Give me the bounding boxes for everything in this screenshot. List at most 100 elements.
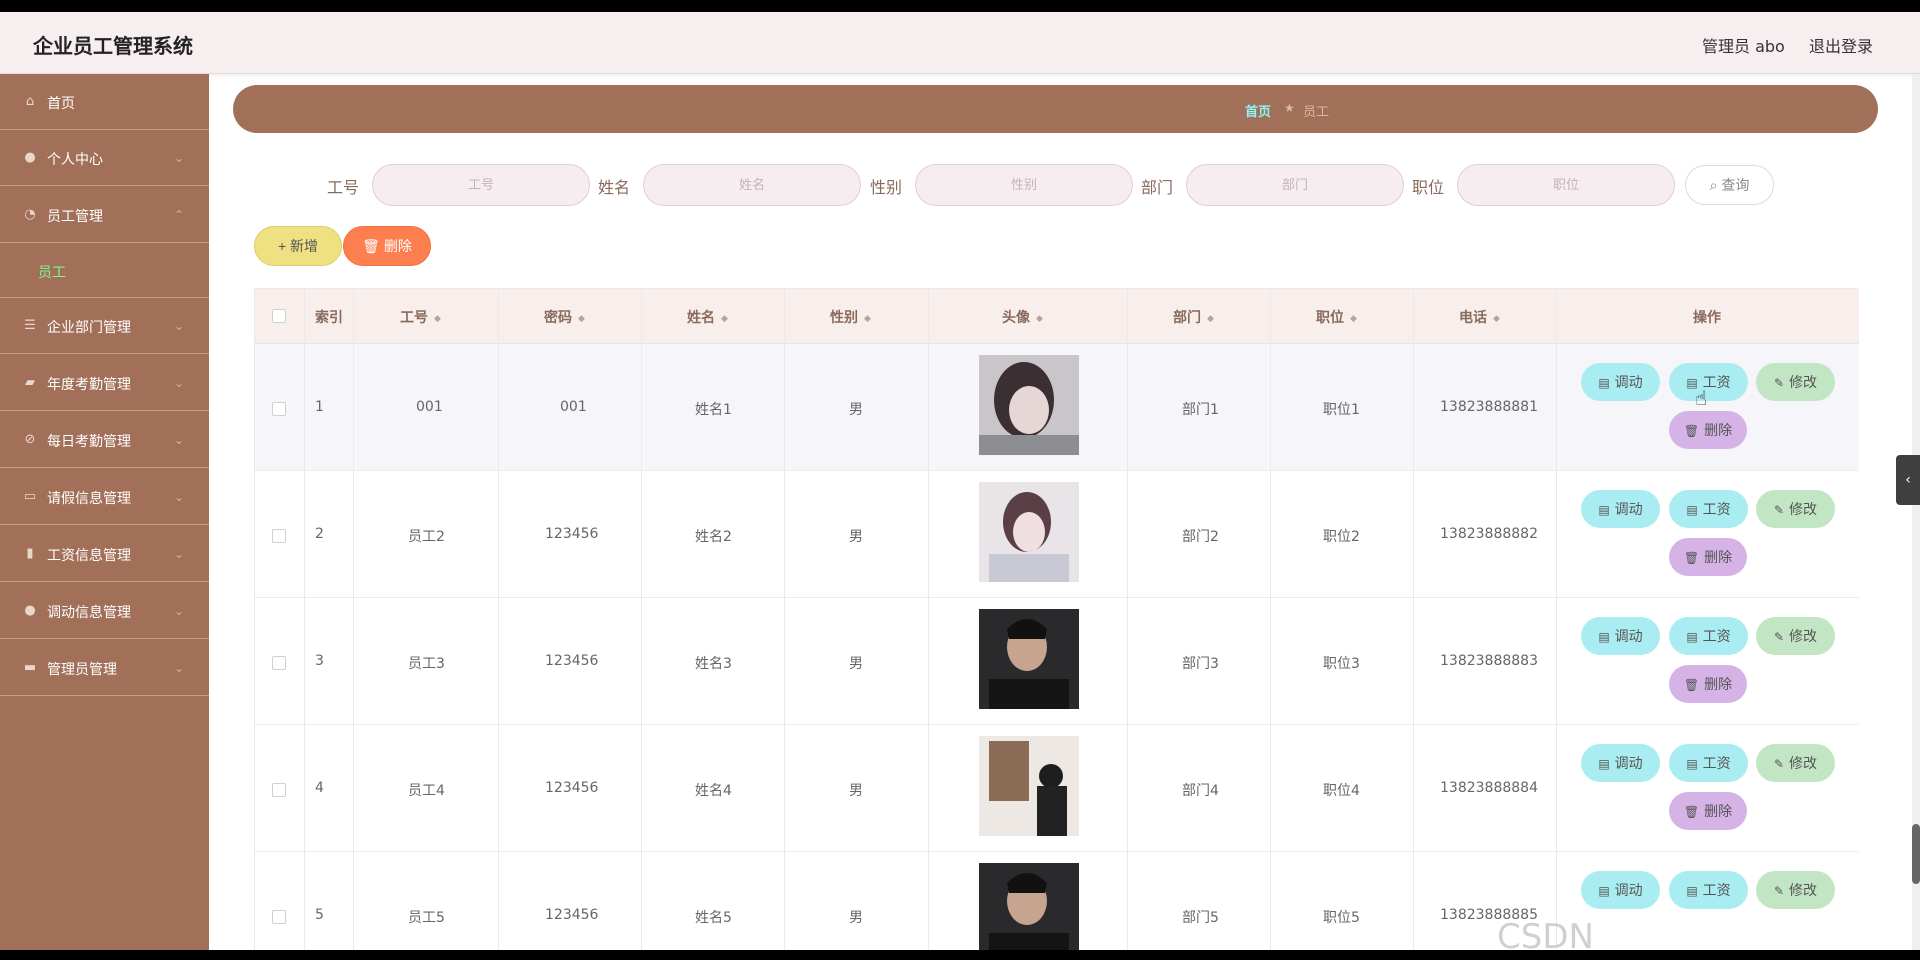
row-checkbox[interactable] <box>272 402 286 416</box>
delete-button[interactable]: 🗑 删除 <box>1669 665 1747 703</box>
transfer-button[interactable]: ▤ 调动 <box>1581 871 1660 909</box>
edit-button[interactable]: ✎ 修改 <box>1756 617 1835 655</box>
app-window: 企业员工管理系统 管理员 abo 退出登录 ⌂ 首页 ● 个人中心 ⌄ ◔ 员工… <box>0 12 1920 950</box>
breadcrumb-home[interactable]: 首页 <box>1245 101 1271 120</box>
chevron-down-icon: ⌄ <box>174 547 185 561</box>
column-header-label: 姓名 <box>687 310 715 326</box>
delete-button-label: 删除 <box>1704 422 1733 438</box>
add-button[interactable]: + 新增 <box>254 226 342 266</box>
salary-button[interactable]: ▤ 工资 <box>1669 617 1748 655</box>
cell-phone: 13823888881 <box>1440 399 1538 415</box>
user-icon: ● <box>24 150 36 165</box>
scrollbar-thumb[interactable] <box>1912 824 1920 884</box>
search-input-name[interactable] <box>643 164 861 206</box>
column-header-position[interactable]: 职位 ◆ <box>1316 307 1357 327</box>
column-header-name[interactable]: 姓名 ◆ <box>687 307 728 327</box>
salary-button[interactable]: ▤ 工资 <box>1669 871 1748 909</box>
employee-table: 索引 工号 ◆ 密码 ◆ 姓名 ◆ 性别 ◆ 头像 ◆ 部门 ◆ 职位 ◆ 电话 ◆ 操作 1 … <box>254 288 1859 950</box>
cell-emp-no: 员工2 <box>408 529 445 545</box>
cell-position: 职位4 <box>1323 783 1360 799</box>
delete-button[interactable]: 🗑 删除 <box>1669 411 1747 449</box>
table-row[interactable]: 2 员工2 123456 姓名2 男 部门2 职位2 13823888882 ▤… <box>255 471 1859 598</box>
chevron-down-icon: ⌄ <box>174 319 185 333</box>
edit-button[interactable]: ✎ 修改 <box>1756 490 1835 528</box>
sidebar-item-daily-attendance[interactable]: ⊘ 每日考勤管理 ⌄ <box>0 412 209 468</box>
table-row[interactable]: 1 001 001 姓名1 男 部门1 职位1 13823888881 ▤ 调动 … <box>255 344 1859 471</box>
chevron-down-icon: ⌄ <box>174 490 185 504</box>
sort-icon: ◆ <box>1036 314 1043 324</box>
column-header-label: 密码 <box>544 310 572 326</box>
sidebar-item-annual-attendance[interactable]: ▰ 年度考勤管理 ⌄ <box>0 355 209 411</box>
column-header-label: 性别 <box>830 310 858 326</box>
column-header-label: 职位 <box>1316 310 1344 326</box>
sidebar-item-personal-center[interactable]: ● 个人中心 ⌄ <box>0 130 209 186</box>
column-divider <box>1413 289 1414 950</box>
select-all-checkbox[interactable] <box>272 309 286 323</box>
avatar <box>979 736 1079 836</box>
sidebar-item-label: 调动信息管理 <box>47 605 131 621</box>
transfer-button-label: 调动 <box>1614 755 1643 771</box>
cell-password: 001 <box>560 399 587 415</box>
sidebar-item-label: 企业部门管理 <box>47 320 131 336</box>
search-input-position[interactable] <box>1457 164 1675 206</box>
cell-password: 123456 <box>545 653 599 669</box>
sidebar-item-transfer-management[interactable]: ● 调动信息管理 ⌄ <box>0 583 209 639</box>
cell-name: 姓名5 <box>695 910 732 926</box>
salary-button[interactable]: ▤ 工资 <box>1669 744 1748 782</box>
search-label-name: 姓名 <box>598 178 631 197</box>
search-input-emp-no[interactable] <box>372 164 590 206</box>
batch-delete-button[interactable]: 🗑 删除 <box>343 226 431 266</box>
trash-icon: 🗑 <box>1683 678 1700 692</box>
edit-button[interactable]: ✎ 修改 <box>1756 871 1835 909</box>
column-header-emp-no[interactable]: 工号 ◆ <box>400 307 441 327</box>
sidebar-item-department-management[interactable]: ☰ 企业部门管理 ⌄ <box>0 298 209 354</box>
column-divider <box>641 289 642 950</box>
sidebar-item-salary-management[interactable]: ▮ 工资信息管理 ⌄ <box>0 526 209 582</box>
salary-button[interactable]: ▤ 工资 <box>1669 363 1748 401</box>
sidebar-item-label: 首页 <box>47 96 75 112</box>
column-header-label: 部门 <box>1173 310 1201 326</box>
chevron-up-icon: ⌃ <box>174 208 185 222</box>
table-row[interactable]: 4 员工4 123456 姓名4 男 部门4 职位4 13823888884 ▤… <box>255 725 1859 852</box>
sidebar-item-employee-management[interactable]: ◔ 员工管理 ⌃ <box>0 187 209 243</box>
column-header-gender[interactable]: 性别 ◆ <box>830 307 871 327</box>
column-header-dept[interactable]: 部门 ◆ <box>1173 307 1214 327</box>
row-checkbox[interactable] <box>272 910 286 924</box>
logout-link[interactable]: 退出登录 <box>1809 33 1873 57</box>
column-header-phone[interactable]: 电话 ◆ <box>1459 307 1500 327</box>
query-button[interactable]: ⌕ 查询 <box>1685 165 1774 205</box>
edit-button[interactable]: ✎ 修改 <box>1756 363 1835 401</box>
salary-button-label: 工资 <box>1702 755 1731 771</box>
add-button-label: 新增 <box>290 238 319 254</box>
transfer-button[interactable]: ▤ 调动 <box>1581 363 1660 401</box>
cell-gender: 男 <box>849 529 863 545</box>
sidebar-subitem-employee[interactable]: 员工 <box>0 244 209 298</box>
cell-position: 职位2 <box>1323 529 1360 545</box>
sidebar-item-leave-management[interactable]: ▭ 请假信息管理 ⌄ <box>0 469 209 525</box>
search-input-gender[interactable] <box>915 164 1133 206</box>
pencil-icon: ✎ <box>1773 630 1785 644</box>
vertical-scrollbar[interactable] <box>1912 74 1920 950</box>
table-row[interactable]: 3 员工3 123456 姓名3 男 部门3 职位3 13823888883 ▤… <box>255 598 1859 725</box>
sidebar-item-admin-management[interactable]: ▬ 管理员管理 ⌄ <box>0 640 209 696</box>
column-header-label: 电话 <box>1459 310 1487 326</box>
edit-button[interactable]: ✎ 修改 <box>1756 744 1835 782</box>
row-checkbox[interactable] <box>272 529 286 543</box>
sidebar-item-home[interactable]: ⌂ 首页 <box>0 74 209 130</box>
transfer-button[interactable]: ▤ 调动 <box>1581 490 1660 528</box>
cell-index: 1 <box>315 399 324 415</box>
row-checkbox[interactable] <box>272 783 286 797</box>
search-icon: ⌕ <box>1709 177 1718 193</box>
search-input-dept[interactable] <box>1186 164 1404 206</box>
column-header-avatar[interactable]: 头像 ◆ <box>1002 307 1043 327</box>
transfer-button[interactable]: ▤ 调动 <box>1581 617 1660 655</box>
salary-button[interactable]: ▤ 工资 <box>1669 490 1748 528</box>
delete-button[interactable]: 🗑 删除 <box>1669 792 1747 830</box>
collapse-panel-button[interactable]: ‹ <box>1896 455 1920 505</box>
column-header-password[interactable]: 密码 ◆ <box>544 307 585 327</box>
cell-index: 5 <box>315 907 324 923</box>
transfer-button[interactable]: ▤ 调动 <box>1581 744 1660 782</box>
row-checkbox[interactable] <box>272 656 286 670</box>
delete-button[interactable]: 🗑 删除 <box>1669 538 1747 576</box>
delete-button-label: 删除 <box>1704 549 1733 565</box>
